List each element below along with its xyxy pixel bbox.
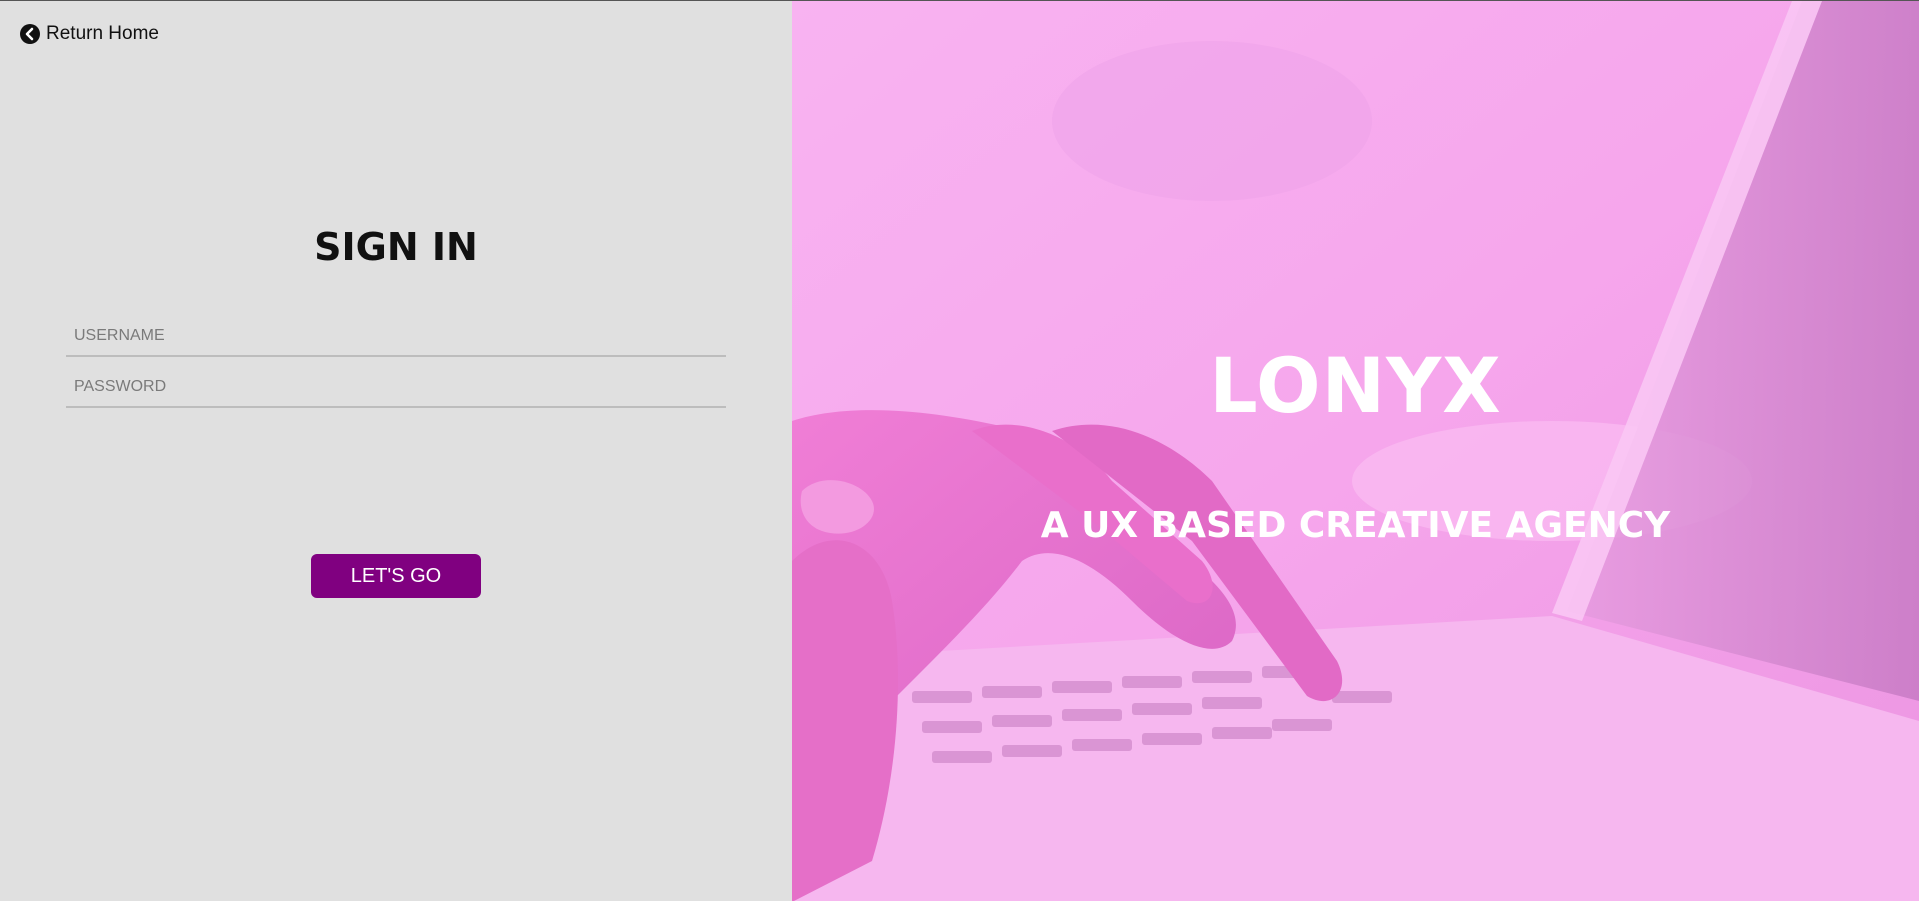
sign-in-title: SIGN IN: [314, 225, 478, 269]
login-page: Return Home SIGN IN LET'S GO: [0, 0, 1919, 901]
brand-title: LONYX: [1209, 341, 1502, 430]
return-home-label: Return Home: [46, 23, 159, 44]
brand-tagline: A UX BASED CREATIVE AGENCY: [1040, 505, 1671, 546]
chevron-left-circle-icon: [20, 24, 40, 44]
hero-background-image: [792, 1, 1919, 901]
hero-panel: LONYX A UX BASED CREATIVE AGENCY: [792, 1, 1919, 901]
username-input[interactable]: [66, 317, 726, 355]
sign-in-panel: Return Home SIGN IN LET'S GO: [0, 1, 792, 901]
username-field: [66, 317, 726, 357]
lets-go-button[interactable]: LET'S GO: [311, 554, 481, 598]
return-home-link[interactable]: Return Home: [20, 23, 159, 45]
password-field: [66, 368, 726, 408]
password-input[interactable]: [66, 368, 726, 406]
